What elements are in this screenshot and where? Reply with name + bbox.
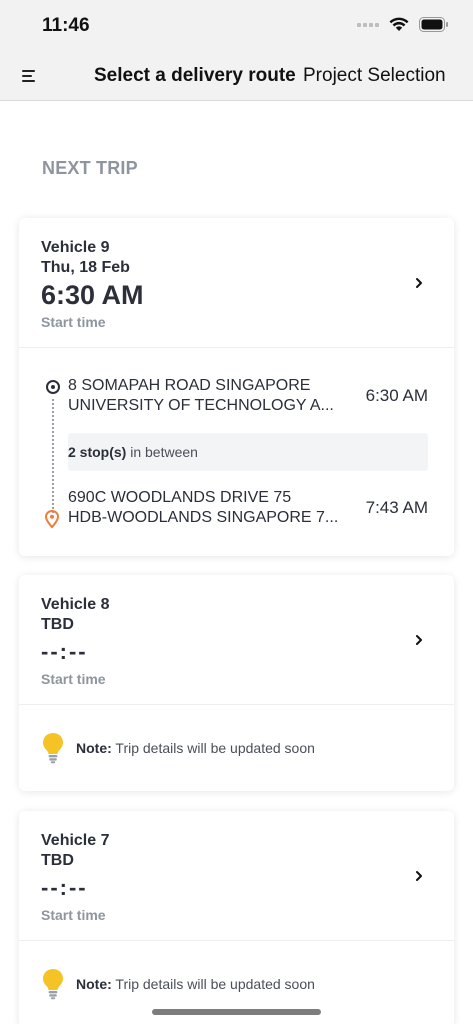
origin-address: 8 SOMAPAH ROAD SINGAPORE UNIVERSITY OF T…: [68, 377, 334, 414]
chevron-right-icon: [416, 870, 422, 881]
start-time-label: Start time: [41, 907, 106, 923]
navigation-bar: Select a delivery route Project Selectio…: [0, 50, 473, 101]
trip-date: Thu, 18 Feb: [41, 259, 130, 276]
vehicle-name: Vehicle 8: [41, 596, 110, 613]
origin-stop: 8 SOMAPAH ROAD SINGAPORE UNIVERSITY OF T…: [41, 376, 428, 416]
chevron-right-icon: [416, 634, 422, 645]
destination-time: 7:43 AM: [365, 498, 428, 517]
origin-marker-icon: [46, 380, 60, 394]
trip-date: TBD: [41, 852, 74, 869]
origin-time: 6:30 AM: [365, 386, 428, 405]
status-icons: [357, 17, 449, 32]
trip-start-time: --:--: [41, 639, 88, 664]
trip-card: Vehicle 7 TBD --:-- Start time Note: Tri…: [19, 811, 454, 1024]
trip-date: TBD: [41, 616, 74, 633]
start-time-label: Start time: [41, 314, 106, 330]
trip-start-time: 6:30 AM: [41, 280, 144, 310]
start-time-label: Start time: [41, 671, 106, 687]
battery-icon: [419, 17, 448, 32]
destination-stop: 690C WOODLANDS DRIVE 75 HDB-WOODLANDS SI…: [41, 488, 428, 528]
trip-card-header[interactable]: Vehicle 9 Thu, 18 Feb 6:30 AM Start time: [19, 218, 454, 348]
menu-icon[interactable]: [22, 66, 44, 86]
trip-card: Vehicle 9 Thu, 18 Feb 6:30 AM Start time…: [19, 218, 454, 556]
trip-start-time: --:--: [41, 875, 88, 900]
vehicle-name: Vehicle 7: [41, 832, 110, 849]
section-header: NEXT TRIP: [42, 158, 138, 178]
status-time: 11:46: [42, 15, 90, 36]
stops-between: 2 stop(s) in between: [68, 433, 428, 471]
vehicle-name: Vehicle 9: [41, 239, 110, 256]
status-bar: 11:46: [0, 0, 473, 50]
destination-pin-icon: [44, 510, 60, 528]
trip-card: Vehicle 8 TBD --:-- Start time Note: Tri…: [19, 575, 454, 791]
home-indicator[interactable]: [152, 1009, 321, 1015]
route-stops: 8 SOMAPAH ROAD SINGAPORE UNIVERSITY OF T…: [19, 348, 454, 556]
trip-list: NEXT TRIP Vehicle 9 Thu, 18 Feb 6:30 AM …: [0, 101, 473, 1024]
note-text: Note: Trip details will be updated soon: [76, 740, 315, 756]
wifi-icon: [389, 17, 409, 31]
page-title: Select a delivery route: [94, 65, 296, 86]
chevron-right-icon: [416, 277, 422, 288]
note-text: Note: Trip details will be updated soon: [76, 976, 315, 992]
lightbulb-icon: [43, 733, 63, 764]
trip-note: Note: Trip details will be updated soon: [19, 705, 454, 791]
project-selection-button[interactable]: Project Selection: [303, 65, 446, 87]
trip-card-header[interactable]: Vehicle 8 TBD --:-- Start time: [19, 575, 454, 705]
destination-address: 690C WOODLANDS DRIVE 75 HDB-WOODLANDS SI…: [68, 489, 339, 526]
signal-icon: [357, 22, 379, 27]
trip-card-header[interactable]: Vehicle 7 TBD --:-- Start time: [19, 811, 454, 941]
lightbulb-icon: [43, 969, 63, 1000]
